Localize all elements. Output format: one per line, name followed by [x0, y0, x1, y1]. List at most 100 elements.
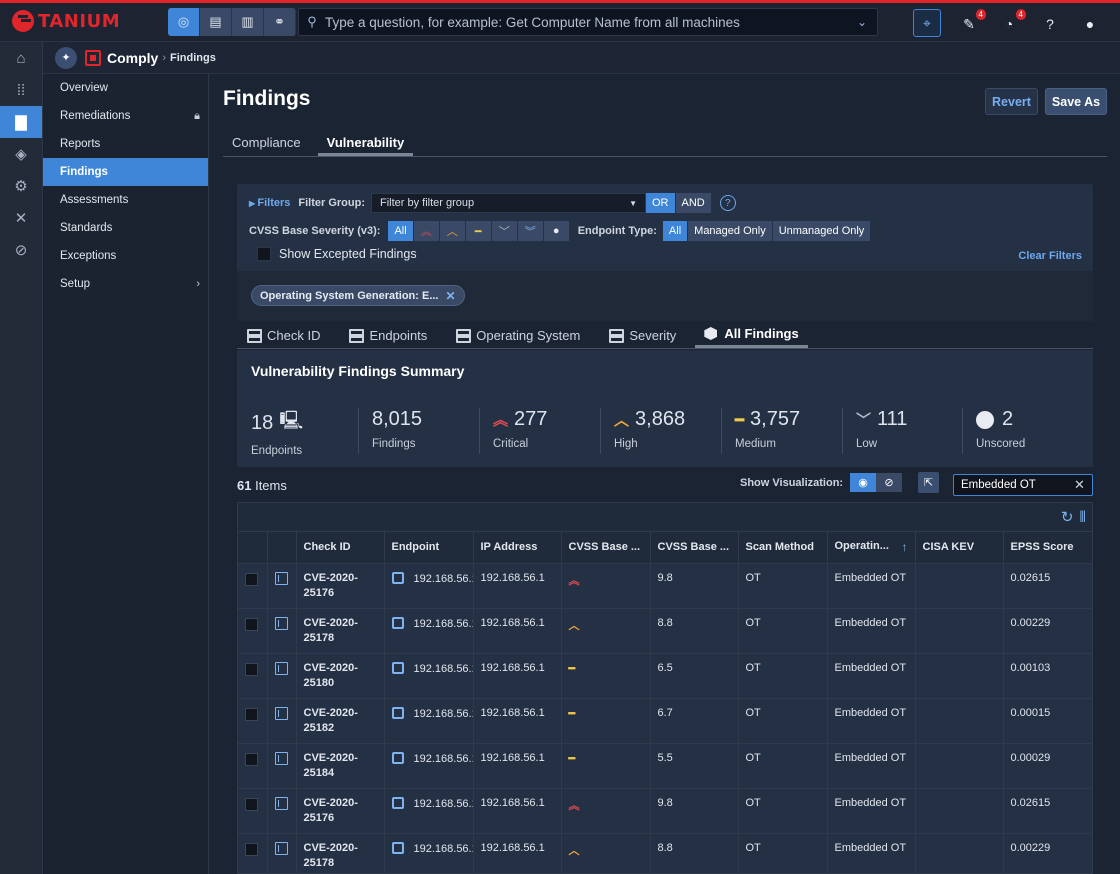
endpoint-cell[interactable]: 192.168.56.1	[384, 788, 474, 834]
eye-icon[interactable]: ◉	[850, 473, 876, 492]
check-id-cell[interactable]: CVE-2020-25178	[296, 608, 385, 654]
table-row[interactable]: CVE-2020-25178 192.168.56.1 192.168.56.1 ︿ 8…	[238, 833, 1092, 873]
columns-icon[interactable]: ⦀	[1079, 509, 1086, 526]
column-cvss-score[interactable]: CVSS Base ...	[650, 532, 739, 564]
and-button[interactable]: AND	[675, 193, 712, 213]
low-icon[interactable]: ﹀	[491, 221, 518, 241]
info-icon[interactable]: ︾	[517, 221, 544, 241]
link-icon[interactable]: ⚭	[264, 8, 296, 36]
sidebar-item-exceptions[interactable]: Exceptions	[43, 242, 208, 270]
dashboard-icon[interactable]: ▇	[0, 106, 42, 138]
tab-endpoints[interactable]: Endpoints	[339, 322, 436, 348]
apps-grid-icon[interactable]: ⁞⁞	[0, 74, 42, 106]
sort-ascending-icon[interactable]: ↑	[902, 540, 908, 554]
check-id-cell[interactable]: CVE-2020-25182	[296, 698, 385, 744]
tools-icon[interactable]: ✕	[0, 202, 42, 234]
column-scan-method[interactable]: Scan Method	[738, 532, 828, 564]
chart-icon[interactable]: ▥	[232, 8, 264, 36]
close-icon[interactable]: ✕	[446, 289, 456, 303]
row-checkbox[interactable]	[245, 707, 258, 721]
endpoint-cell[interactable]: 192.168.56.1	[384, 833, 474, 873]
column-ip-address[interactable]: IP Address	[473, 532, 562, 564]
layers-icon[interactable]: ◈	[0, 138, 42, 170]
medium-icon[interactable]: ━	[465, 221, 492, 241]
row-checkbox[interactable]	[245, 662, 258, 676]
row-checkbox[interactable]	[245, 797, 258, 811]
or-button[interactable]: OR	[646, 193, 676, 213]
endpoint-cell[interactable]: 192.168.56.1	[384, 563, 474, 609]
table-filter-input[interactable]	[954, 479, 1074, 491]
row-checkbox[interactable]	[245, 572, 258, 586]
table-row[interactable]: CVE-2020-25176 192.168.56.1 192.168.56.1 ︽ 9…	[238, 788, 1092, 834]
high-icon[interactable]: ︿	[439, 221, 466, 241]
check-id-cell[interactable]: CVE-2020-25184	[296, 743, 385, 789]
table-row[interactable]: CVE-2020-25184 192.168.56.1 192.168.56.1 ━ 5…	[238, 743, 1092, 789]
pages-icon[interactable]: ▤	[200, 8, 232, 36]
expand-row-icon[interactable]	[274, 571, 288, 585]
tab-severity[interactable]: Severity	[599, 322, 685, 348]
check-id-cell[interactable]: CVE-2020-25176	[296, 563, 385, 609]
endpoint-cell[interactable]: 192.168.56.1	[384, 608, 474, 654]
activity-icon[interactable]: ◔ 4	[996, 9, 1026, 37]
eye-off-icon[interactable]: ⊘	[876, 473, 902, 492]
refresh-icon[interactable]: ↻	[1061, 508, 1074, 526]
clear-icon[interactable]: ✕	[1074, 477, 1092, 493]
critical-icon[interactable]: ︽	[413, 221, 440, 241]
sidebar-item-reports[interactable]: Reports	[43, 130, 208, 158]
column-endpoint[interactable]: Endpoint	[384, 532, 474, 564]
unscored-icon[interactable]: ●	[543, 221, 570, 241]
expand-row-icon[interactable]	[274, 841, 288, 855]
clear-filters-link[interactable]: Clear Filters	[1018, 250, 1082, 262]
sidebar-item-assessments[interactable]: Assessments	[43, 186, 208, 214]
row-checkbox[interactable]	[245, 842, 258, 856]
show-excepted-checkbox[interactable]	[257, 247, 271, 261]
expand-row-icon[interactable]	[274, 796, 288, 810]
column-epss-score[interactable]: EPSS Score	[1003, 532, 1092, 564]
sidebar-item-remediations[interactable]: Remediations 🔒︎	[43, 102, 208, 130]
check-id-cell[interactable]: CVE-2020-25176	[296, 788, 385, 834]
expand-row-icon[interactable]	[274, 661, 288, 675]
row-checkbox[interactable]	[245, 752, 258, 766]
expand-row-icon[interactable]	[274, 616, 288, 630]
unmanaged-only-button[interactable]: Unmanaged Only	[772, 221, 872, 241]
table-row[interactable]: CVE-2020-25178 192.168.56.1 192.168.56.1 ︿ 8…	[238, 608, 1092, 654]
column-operating-system[interactable]: Operatin... ↑	[827, 532, 916, 564]
tab-check-id[interactable]: Check ID	[237, 322, 329, 348]
target-icon[interactable]: ◎	[168, 8, 200, 36]
user-icon[interactable]: ●	[1077, 11, 1103, 37]
gears-icon[interactable]: ⚙	[0, 170, 42, 202]
help-icon[interactable]: ?	[1037, 11, 1063, 37]
chevron-down-icon[interactable]: ⌄	[847, 15, 877, 29]
expand-row-icon[interactable]	[274, 751, 288, 765]
column-check-id[interactable]: Check ID	[296, 532, 385, 564]
expand-row-icon[interactable]	[274, 706, 288, 720]
home-icon[interactable]: ⌂	[0, 42, 42, 74]
tab-compliance[interactable]: Compliance	[223, 128, 310, 156]
tab-all-findings[interactable]: All Findings	[695, 322, 808, 348]
endpoint-cell[interactable]: 192.168.56.1	[384, 653, 474, 699]
help-icon[interactable]: ?	[719, 195, 736, 211]
endpoint-all-button[interactable]: All	[662, 221, 689, 241]
table-row[interactable]: CVE-2020-25176 192.168.56.1 192.168.56.1 ︽ 9…	[238, 563, 1092, 609]
endpoint-cell[interactable]: 192.168.56.1	[384, 743, 474, 789]
tab-operating-system[interactable]: Operating System	[446, 322, 589, 348]
sidebar-item-setup[interactable]: Setup ›	[43, 270, 208, 298]
tab-vulnerability[interactable]: Vulnerability	[317, 128, 414, 156]
filters-toggle[interactable]: ▶ Filters	[249, 197, 290, 209]
row-checkbox[interactable]	[245, 617, 258, 631]
export-icon[interactable]: ⇱	[918, 472, 939, 493]
edit-icon[interactable]: ✎ 4	[956, 9, 986, 37]
table-row[interactable]: CVE-2020-25182 192.168.56.1 192.168.56.1 ━ 6…	[238, 698, 1092, 744]
revert-button[interactable]: Revert	[985, 88, 1038, 115]
pin-icon[interactable]: ✦	[55, 46, 77, 69]
check-id-cell[interactable]: CVE-2020-25180	[296, 653, 385, 699]
search-input[interactable]	[325, 14, 847, 30]
compass-icon[interactable]: ⊘	[0, 234, 42, 266]
filter-chip[interactable]: Operating System Generation: E... ✕	[251, 285, 465, 306]
save-as-button[interactable]: Save As	[1045, 88, 1107, 115]
breadcrumb-app[interactable]: Comply	[107, 50, 158, 66]
crosshair-icon[interactable]: ⌖	[913, 9, 941, 37]
check-id-cell[interactable]: CVE-2020-25178	[296, 833, 385, 873]
sidebar-item-overview[interactable]: Overview	[43, 74, 208, 102]
column-cisa-kev[interactable]: CISA KEV	[915, 532, 1004, 564]
